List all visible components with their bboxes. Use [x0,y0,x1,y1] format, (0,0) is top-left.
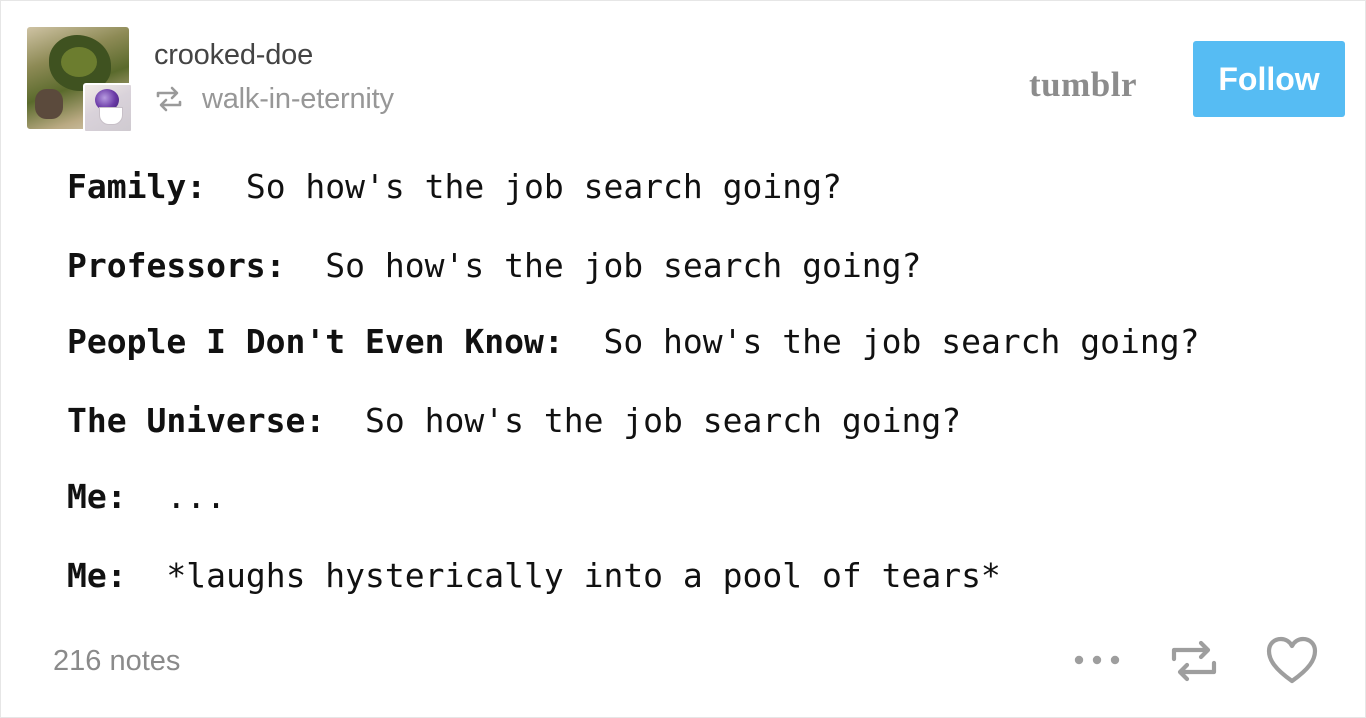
speaker-label: Me: [67,556,127,595]
notes-count[interactable]: 216 notes [53,645,180,678]
reblog-source-row: walk-in-eternity [154,81,394,117]
dialogue-text: So how's the job search going? [325,246,922,285]
dialogue-text: ... [166,477,226,516]
dialogue-line: The Universe: So how's the job search go… [67,404,961,437]
speaker-label: People I Don't Even Know: [67,322,564,361]
tumblr-logo[interactable]: tumblr [1029,65,1137,105]
dialogue-text: *laughs hysterically into a pool of tear… [166,556,1001,595]
dialogue-line: Family: So how's the job search going? [67,170,842,203]
avatar-art [61,47,97,77]
reblog-source-avatar[interactable] [83,83,133,133]
tumblr-post: crooked-doe walk-in-eternity tumblr Foll… [0,0,1366,718]
reblog-icon [154,84,184,114]
blog-name-link[interactable]: crooked-doe [154,39,313,72]
dialogue-line: People I Don't Even Know: So how's the j… [67,325,1199,358]
avatar-group[interactable] [27,27,135,135]
heart-icon[interactable] [1265,633,1319,689]
speaker-label: Family: [67,167,207,206]
dialogue-text: So how's the job search going? [245,167,842,206]
speaker-label: Me: [67,477,127,516]
speaker-label: The Universe: [67,401,326,440]
dialogue-line: Me: ... [67,480,226,513]
avatar-art [35,89,63,119]
dialogue-line: Professors: So how's the job search goin… [67,249,921,282]
more-icon[interactable] [1071,633,1123,689]
avatar-art [99,107,123,125]
speaker-label: Professors: [67,246,286,285]
dialogue-text: So how's the job search going? [603,322,1200,361]
dialogue-text: So how's the job search going? [365,401,962,440]
reblog-source-link[interactable]: walk-in-eternity [202,83,394,116]
reblog-action-icon[interactable] [1167,633,1221,689]
dialogue-line: Me: *laughs hysterically into a pool of … [67,559,1001,592]
follow-button[interactable]: Follow [1193,41,1345,117]
